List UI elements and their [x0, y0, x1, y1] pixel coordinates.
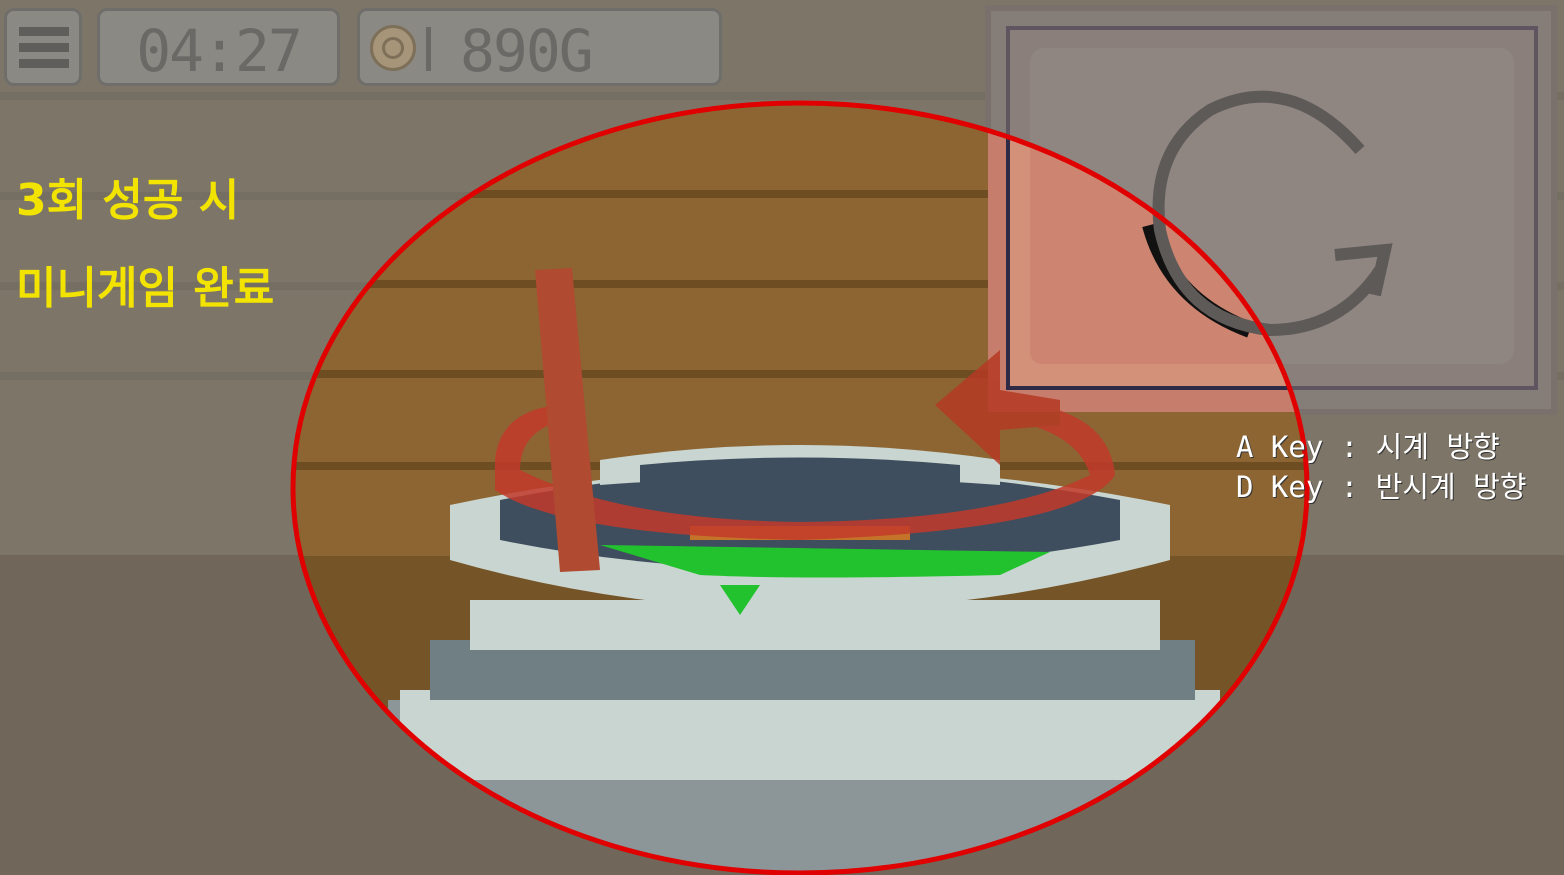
d-key-help: D Key : 반시계 방향 — [1236, 470, 1527, 504]
gold-divider — [426, 27, 431, 71]
annotation-line-2: 미니게임 완료 — [16, 263, 275, 314]
timer-value: 04:27 — [136, 17, 303, 85]
a-key-help: A Key : 시계 방향 — [1236, 430, 1500, 464]
timer-panel: 04:27 — [97, 8, 340, 86]
coin-icon — [370, 25, 416, 71]
gold-value: 890G — [460, 17, 594, 85]
menu-button[interactable] — [4, 8, 82, 86]
annotation-line-1: 3회 성공 시 — [16, 175, 240, 226]
gold-panel: 890G — [357, 8, 722, 86]
